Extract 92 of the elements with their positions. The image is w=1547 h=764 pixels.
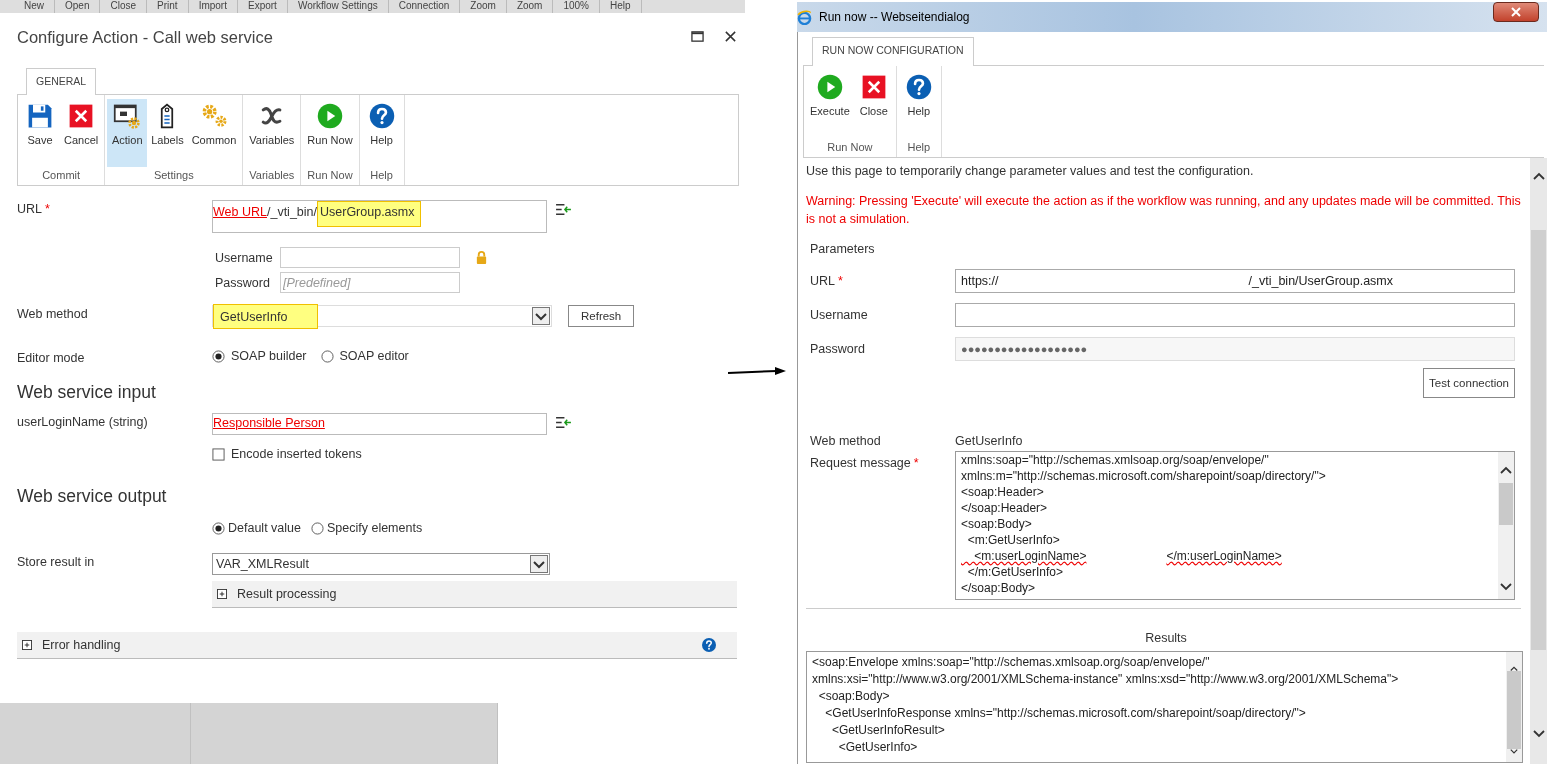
checkbox-option[interactable]: Encode inserted tokens — [212, 447, 362, 461]
section-heading: Parameters — [810, 242, 876, 258]
field-label: Username — [810, 308, 869, 322]
chevron-down-icon[interactable] — [1500, 583, 1512, 591]
chevron-down-icon — [530, 555, 548, 573]
insert-reference-icon[interactable] — [555, 416, 572, 429]
ribbon-tab[interactable]: GENERAL — [26, 68, 97, 95]
password-field[interactable]: [Predefined] — [280, 272, 460, 293]
ribbon-button[interactable]: Help — [361, 99, 402, 167]
close-icon — [1511, 7, 1521, 17]
window-title: Run now -- Webseitendialog — [819, 10, 971, 24]
intro-text: Use this page to temporarily change parameter values and test the configuration. — [806, 164, 1255, 178]
gears-icon — [200, 102, 228, 130]
chevron-down-icon[interactable] — [1508, 748, 1520, 754]
ribbon-button[interactable]: Cancel — [60, 99, 103, 167]
dialog-title: Configure Action - Call web service — [17, 26, 274, 47]
window-gear-icon — [113, 102, 142, 130]
field-label: Web method — [810, 434, 882, 448]
section-title: Result processing — [237, 587, 338, 601]
chevron-down-icon[interactable] — [1532, 730, 1545, 738]
result-processing-section[interactable]: Result processing — [212, 581, 737, 608]
close-icon[interactable] — [724, 29, 737, 43]
help-icon[interactable] — [701, 637, 717, 653]
web-method-value: GetUserInfo — [955, 434, 1024, 448]
browser-icon — [797, 9, 812, 25]
field-label: Password — [214, 275, 271, 290]
ribbon-group-label: Run Now — [306, 168, 354, 183]
ribbon-button[interactable]: Variables — [245, 99, 299, 167]
refresh-button[interactable]: Refresh — [568, 305, 635, 327]
maximize-icon[interactable] — [691, 29, 704, 43]
required-mark: * — [45, 202, 50, 216]
help-icon — [904, 73, 933, 101]
section-heading: Web service output — [17, 485, 168, 508]
web-method-dropdown[interactable]: GetUserInfo — [212, 305, 552, 327]
parameter-field[interactable]: Responsible Person — [212, 413, 547, 435]
ribbon-tab[interactable]: RUN NOW CONFIGURATION — [812, 37, 974, 66]
field-label: userLoginName (string) — [17, 414, 149, 431]
section-heading: Web service input — [17, 381, 157, 404]
radio-option[interactable]: SOAP builder — [212, 349, 307, 363]
ribbon-button[interactable]: Save — [20, 99, 60, 167]
ribbon-group-label: Help — [906, 140, 932, 155]
field-label: Password — [810, 342, 866, 356]
field-label: URL — [17, 202, 42, 216]
radio-option[interactable]: Default value — [212, 521, 301, 535]
insert-reference-icon[interactable] — [555, 203, 572, 216]
username-field[interactable] — [955, 303, 1515, 327]
url-field[interactable]: Web URL/_vti_bin/ UserGroup.asmx — [212, 200, 547, 233]
field-label: Username — [214, 250, 274, 265]
ribbon-group-label: Variables — [248, 168, 296, 183]
username-field[interactable] — [280, 247, 460, 268]
scrollbar[interactable] — [1506, 652, 1522, 762]
field-label: Editor mode — [17, 350, 86, 367]
request-message-field[interactable]: xmlns:soap="http://schemas.xmlsoap.org/soap/envelope/" xmlns:m="http://schemas.microsoft.com/sharepoint/soap/directory/"> <soap:Header> </soap:Header> <soap:Body> <m:GetUserInfo> <m:userLoginName> </m:userLoginName> </m:GetUserInfo> </soap:Body> — [955, 451, 1515, 600]
field-label: Request message — [810, 456, 911, 470]
help-icon — [367, 102, 396, 130]
ribbon-group-label: Run Now — [826, 140, 874, 155]
field-label: Web method — [17, 306, 89, 323]
section-heading: Results — [1144, 630, 1188, 647]
chevron-up-icon[interactable] — [1500, 466, 1512, 474]
close-button[interactable] — [1493, 2, 1539, 22]
ribbon-button[interactable]: Run Now — [303, 99, 357, 167]
ribbon-group-label: Settings — [152, 168, 195, 183]
radio-option[interactable]: SOAP editor — [320, 349, 409, 363]
chevron-up-icon[interactable] — [1508, 666, 1520, 672]
arrow — [727, 366, 787, 378]
play-icon — [315, 102, 344, 130]
ribbon-group-label: Help — [369, 168, 394, 183]
scrollbar[interactable] — [1498, 452, 1514, 599]
ribbon-group-label: Commit — [41, 168, 82, 183]
ribbon-button[interactable]: Common — [187, 99, 241, 167]
chevron-up-icon[interactable] — [1532, 172, 1545, 180]
field-label: Store result in — [17, 554, 96, 571]
required-mark: * — [913, 456, 919, 470]
ribbon-button[interactable]: Labels — [147, 99, 188, 167]
radio-option[interactable]: Specify elements — [310, 521, 423, 535]
store-result-dropdown[interactable]: VAR_XMLResult — [212, 553, 550, 575]
url-field[interactable]: https:// /_vti_bin/UserGroup.asmx — [955, 269, 1515, 293]
chevron-down-icon — [532, 307, 550, 325]
play-icon — [815, 73, 844, 101]
results-field[interactable]: <soap:Envelope xmlns:soap="http://schemas.xmlsoap.org/soap/envelope/" xmlns:xsi="http://www.w3.org/2001/XMLSchema-instance" xmlns:xsd="http://www.w3.org/2001/XMLSchema"> <soap:Body> <GetUserInfoResponse xmlns="http://schemas.microsoft.com/sharepoint/soap/directory/"> <GetUserInfoResult> <GetUserInfo> — [806, 651, 1523, 763]
ribbon-button[interactable]: Help — [898, 70, 939, 138]
section-title: Error handling — [42, 638, 122, 652]
ribbon-button[interactable]: Action — [107, 99, 148, 167]
required-mark: * — [838, 274, 843, 288]
ribbon-button[interactable]: Execute — [806, 70, 854, 138]
password-field[interactable]: ●●●●●●●●●●●●●●●●●●● — [955, 337, 1515, 361]
scrollbar[interactable] — [1530, 158, 1547, 764]
field-label: URL — [810, 274, 835, 288]
error-handling-section[interactable]: Error handling — [17, 632, 737, 659]
ribbon-button[interactable]: Close — [853, 70, 894, 138]
test-connection-button[interactable]: Test connection — [1423, 368, 1515, 398]
warning-text: Warning: Pressing 'Execute' will execute the action as if the workflow was running, and any updates made will be committed. This is not a simulation. — [806, 193, 1522, 228]
